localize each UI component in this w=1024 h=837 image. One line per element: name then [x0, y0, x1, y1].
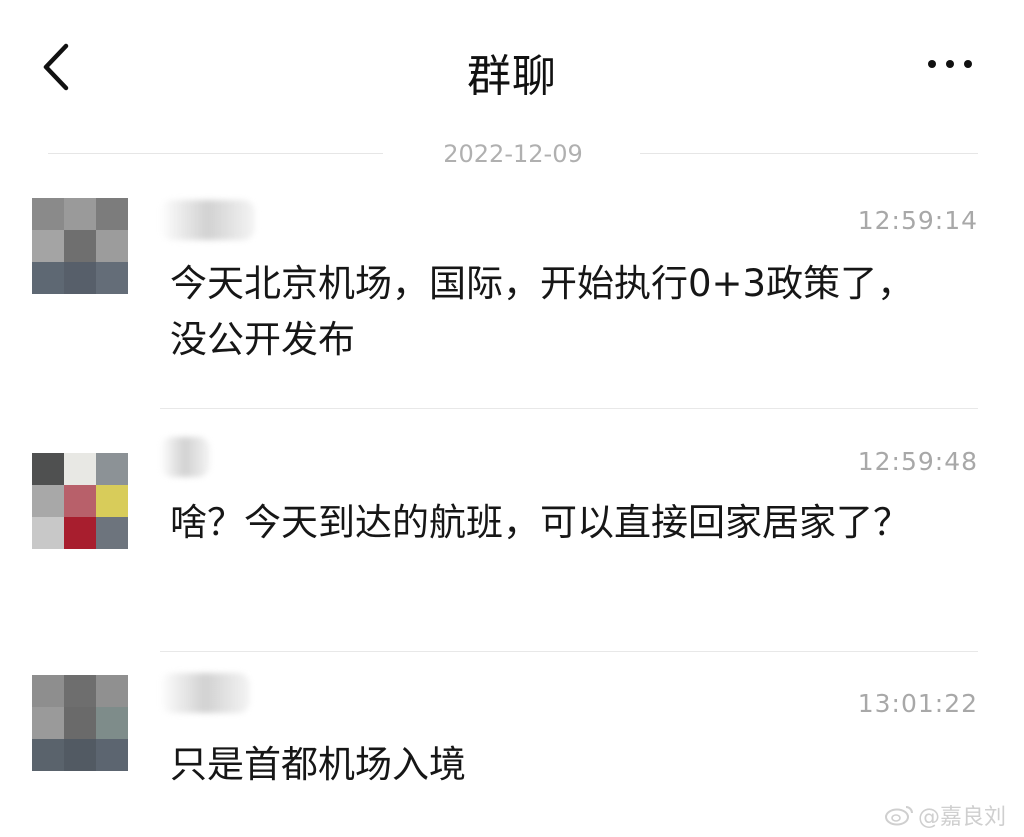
- more-dots-icon: [928, 60, 936, 68]
- avatar-pixel: [96, 230, 128, 262]
- more-dots-icon: [964, 60, 972, 68]
- message-time: 13:01:22: [857, 689, 978, 718]
- sender-name-redacted: [160, 437, 210, 477]
- avatar-pixel: [32, 739, 64, 771]
- avatar-pixel: [96, 198, 128, 230]
- message-text: 今天北京机场，国际，开始执行0+3政策了，没公开发布: [170, 262, 915, 361]
- divider: [640, 153, 978, 154]
- avatar-pixel: [64, 198, 96, 230]
- avatar-pixel: [64, 453, 96, 485]
- avatar-pixel: [64, 485, 96, 517]
- avatar-pixel: [64, 230, 96, 262]
- divider: [160, 408, 978, 409]
- divider: [160, 651, 978, 652]
- avatar[interactable]: [32, 675, 128, 771]
- message-item[interactable]: 12:59:48 啥？今天到达的航班，可以直接回家居家了？: [0, 425, 1024, 655]
- avatar-pixel: [64, 262, 96, 294]
- weibo-logo-icon: [884, 806, 913, 826]
- sender-name-redacted: [160, 673, 250, 713]
- avatar-pixel: [96, 739, 128, 771]
- date-separator: 2022-12-09: [48, 138, 978, 168]
- avatar-pixel: [96, 517, 128, 549]
- nav-bar: 群聊: [0, 0, 1024, 130]
- avatar-pixel: [32, 262, 64, 294]
- avatar-pixel: [96, 262, 128, 294]
- more-button[interactable]: [926, 52, 976, 76]
- avatar-pixel: [32, 517, 64, 549]
- page-title: 群聊: [467, 51, 557, 102]
- avatar-pixel: [32, 707, 64, 739]
- more-dots-icon: [946, 60, 954, 68]
- avatar[interactable]: [32, 198, 128, 294]
- avatar[interactable]: [32, 453, 128, 549]
- avatar-pixel: [96, 485, 128, 517]
- avatar-pixel: [32, 198, 64, 230]
- avatar-pixel: [32, 485, 64, 517]
- date-label: 2022-12-09: [443, 140, 583, 168]
- avatar-pixel: [96, 453, 128, 485]
- avatar-pixel: [64, 675, 96, 707]
- avatar-pixel: [32, 675, 64, 707]
- message-item[interactable]: 12:59:14 今天北京机场，国际，开始执行0+3政策了，没公开发布: [0, 190, 1024, 410]
- watermark: @嘉良刘: [884, 799, 1006, 831]
- message-time: 12:59:48: [857, 447, 978, 476]
- avatar-pixel: [32, 453, 64, 485]
- watermark-text: @嘉良刘: [917, 805, 1006, 830]
- sender-name-redacted: [160, 200, 255, 240]
- avatar-pixel: [64, 707, 96, 739]
- message-time: 12:59:14: [857, 206, 978, 235]
- avatar-pixel: [64, 739, 96, 771]
- avatar-pixel: [96, 675, 128, 707]
- message-item[interactable]: 13:01:22 只是首都机场入境: [0, 665, 1024, 825]
- message-text: 啥？今天到达的航班，可以直接回家居家了？: [170, 501, 910, 544]
- avatar-pixel: [32, 230, 64, 262]
- avatar-pixel: [96, 707, 128, 739]
- message-text: 只是首都机场入境: [170, 743, 466, 786]
- avatar-pixel: [64, 517, 96, 549]
